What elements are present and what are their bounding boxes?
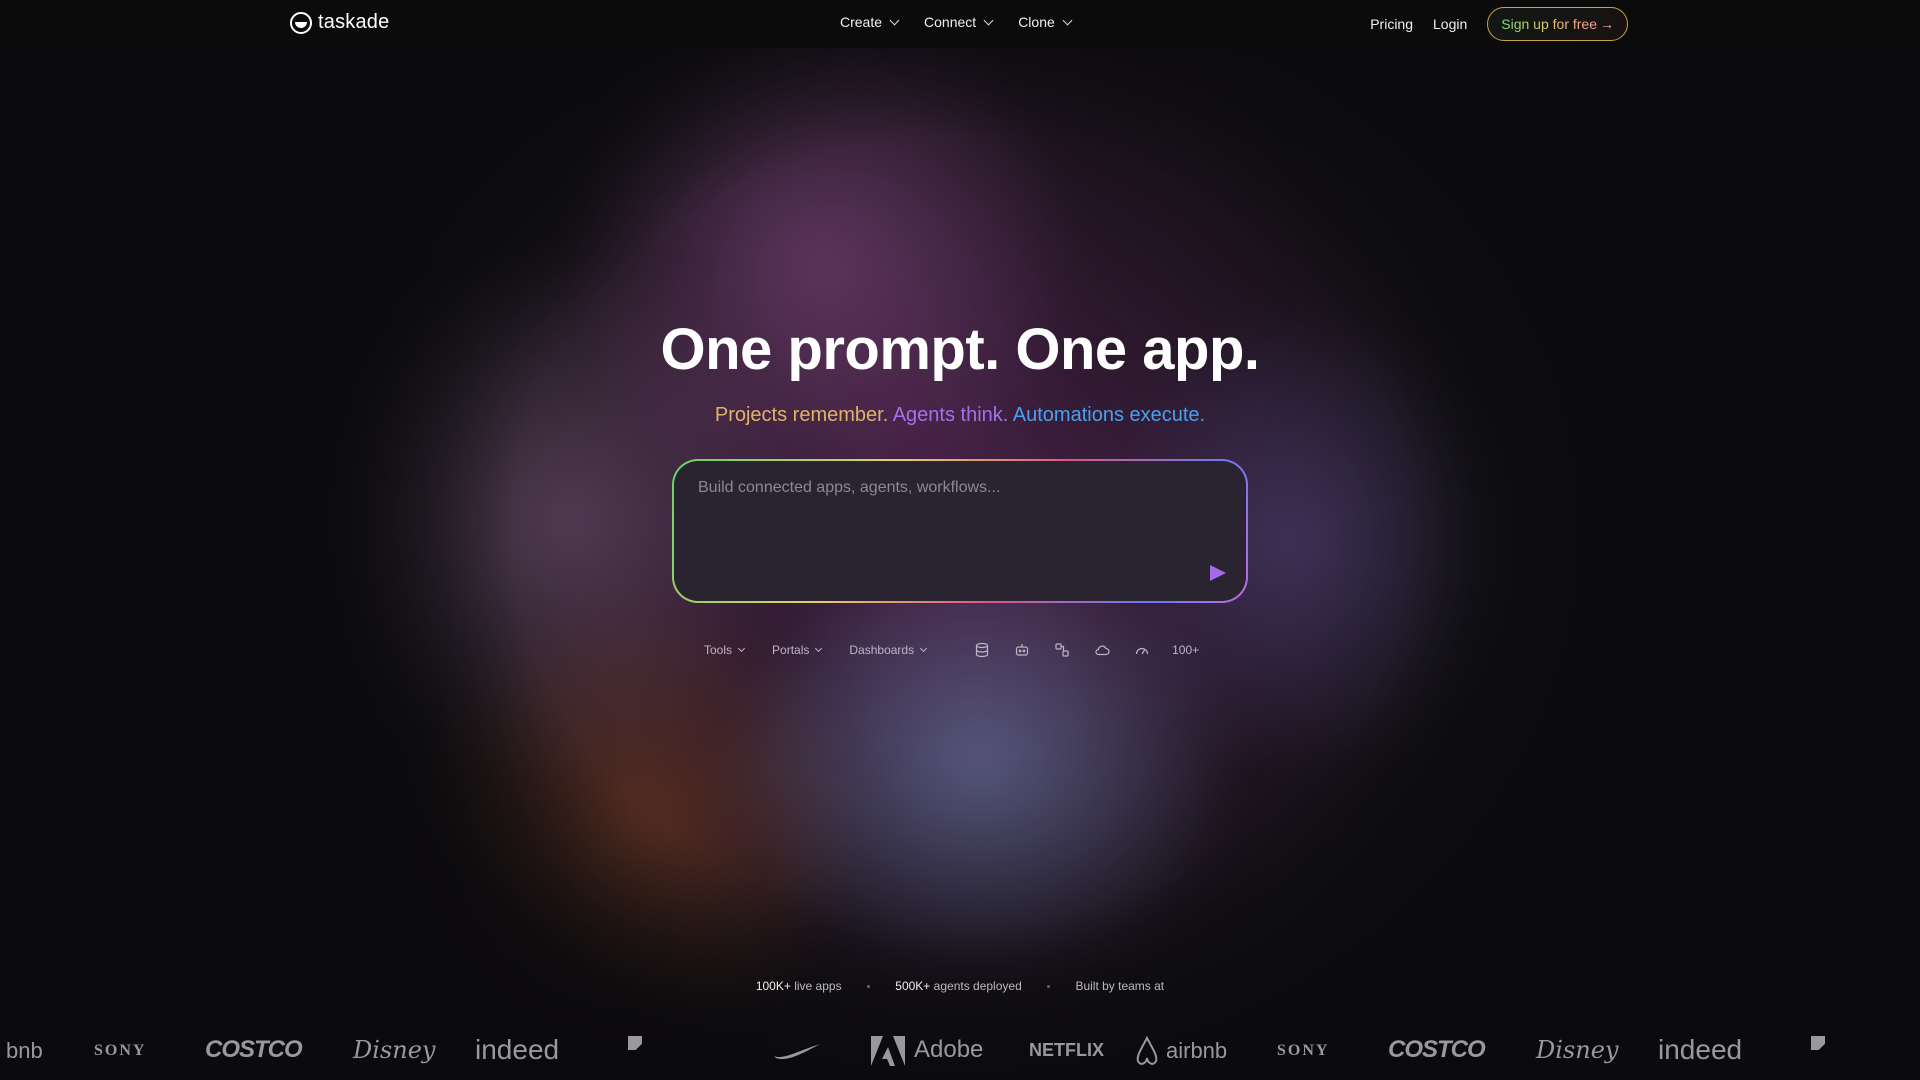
separator-dot	[866, 985, 870, 989]
prompt-input[interactable]	[698, 479, 1222, 497]
top-nav: taskade Create Connect Clone Pricing Log…	[0, 0, 1920, 48]
agents-label: agents deployed	[933, 979, 1022, 993]
chevron-down-icon	[889, 15, 900, 25]
netflix-logo: NETFLIX	[1029, 1040, 1104, 1060]
built-by-label: Built by teams at	[1075, 979, 1165, 993]
sony-logo: SONY	[94, 1042, 147, 1059]
database-icon[interactable]	[974, 642, 990, 658]
prompt-inner	[674, 461, 1246, 601]
send-icon[interactable]	[1210, 565, 1226, 581]
prompt-toolbar: Tools Portals Dashboards 100+	[704, 642, 1199, 658]
integration-icons: 100+	[974, 642, 1199, 658]
adobe-logo: Adobe	[914, 1036, 984, 1063]
separator-dot	[1047, 985, 1051, 989]
taskade-logo-icon	[290, 11, 312, 34]
sony-logo: SONY	[1277, 1042, 1330, 1059]
pricing-link[interactable]: Pricing	[1370, 16, 1413, 32]
airbnb-icon	[1136, 1036, 1158, 1065]
chevron-down-icon	[737, 644, 746, 653]
arrow-right-icon: →	[1600, 16, 1614, 32]
disney-logo: Disney	[1536, 1036, 1619, 1064]
nike-logo	[774, 1044, 820, 1060]
portals-dropdown[interactable]: Portals	[772, 643, 823, 657]
customer-logos: bnb SONY COSTCO Disney indeed Adobe NETF…	[0, 1034, 1920, 1076]
menu-clone-label: Clone	[1018, 14, 1055, 30]
hero-subtitle: Projects remember. Agents think. Automat…	[0, 404, 1920, 427]
subtitle-projects: Projects remember.	[714, 404, 889, 426]
agents-count: 500K+	[895, 979, 931, 993]
logo[interactable]: taskade	[290, 11, 389, 34]
more-integrations[interactable]: 100+	[1172, 643, 1199, 657]
airbnb-logo: bnb	[6, 1038, 43, 1063]
chevron-down-icon	[920, 644, 928, 653]
apps-label: live apps	[794, 979, 842, 993]
brand-mark-icon	[1811, 1036, 1825, 1050]
subtitle-automations: Automations execute.	[1012, 404, 1206, 426]
hero-headline: One prompt. One app.	[660, 317, 1260, 382]
hero-section: One prompt. One app. Projects remember. …	[0, 0, 1920, 1080]
login-link[interactable]: Login	[1433, 16, 1467, 32]
stats-bar: 100K+ live apps 500K+ agents deployed Bu…	[0, 979, 1920, 993]
costco-logo: COSTCO	[1388, 1036, 1486, 1063]
indeed-logo: indeed	[475, 1034, 560, 1065]
menu-create[interactable]: Create	[840, 14, 900, 30]
robot-icon[interactable]	[1014, 642, 1030, 658]
tools-dropdown[interactable]: Tools	[704, 643, 746, 657]
chevron-down-icon	[1062, 15, 1073, 25]
tools-label: Tools	[704, 643, 733, 657]
menu-create-label: Create	[840, 14, 883, 30]
dashboards-label: Dashboards	[849, 643, 915, 657]
cloud-icon[interactable]	[1094, 642, 1110, 658]
costco-logo: COSTCO	[205, 1036, 303, 1063]
brand-mark-icon	[628, 1036, 642, 1050]
airbnb-logo: airbnb	[1166, 1038, 1228, 1063]
menu-clone[interactable]: Clone	[1018, 14, 1073, 30]
dashboards-dropdown[interactable]: Dashboards	[849, 643, 928, 657]
adobe-icon	[871, 1036, 905, 1066]
disney-logo: Disney	[353, 1036, 436, 1064]
nav-actions: Pricing Login Sign up for free →	[1370, 7, 1628, 41]
main-menu: Create Connect Clone	[840, 14, 1073, 30]
workflow-icon[interactable]	[1054, 642, 1070, 658]
menu-connect[interactable]: Connect	[924, 14, 994, 30]
apps-count: 100K+	[755, 979, 791, 993]
menu-connect-label: Connect	[924, 14, 977, 30]
indeed-logo: indeed	[1658, 1034, 1743, 1065]
gauge-icon[interactable]	[1134, 642, 1150, 658]
subtitle-agents: Agents think.	[892, 404, 1009, 426]
signup-button[interactable]: Sign up for free →	[1487, 7, 1628, 41]
logo-text: taskade	[318, 11, 390, 33]
signup-label: Sign up for free	[1501, 16, 1597, 32]
chevron-down-icon	[983, 15, 994, 25]
chevron-down-icon	[815, 644, 823, 653]
prompt-box	[672, 459, 1248, 603]
portals-label: Portals	[772, 643, 810, 657]
